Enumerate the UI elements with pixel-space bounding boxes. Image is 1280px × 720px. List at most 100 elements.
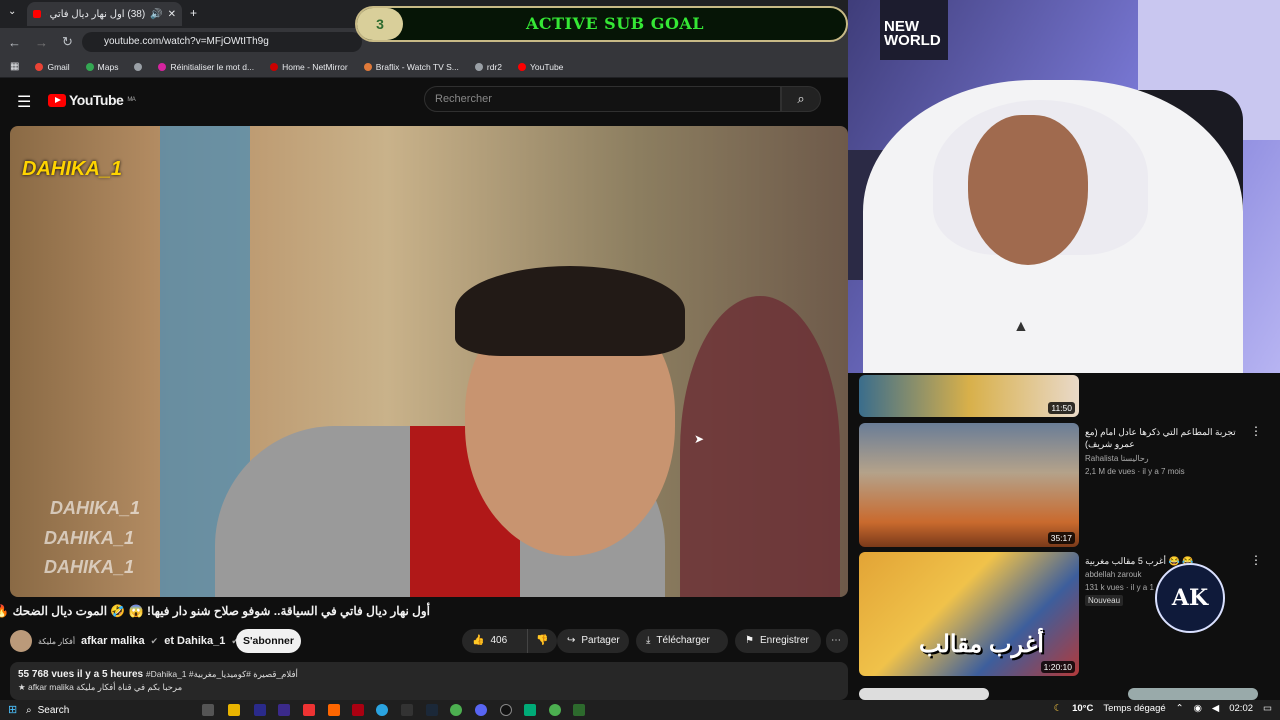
bookmark-braflix[interactable]: Braflix - Watch TV S... — [363, 62, 459, 72]
hamburger-menu-icon[interactable]: ☰ — [17, 92, 31, 112]
tab-list-icon[interactable]: ⌄ — [8, 6, 16, 17]
windows-start-icon[interactable]: ⊞ — [8, 703, 17, 716]
video-watermark-youtube: DAHIKA_1 — [50, 498, 141, 518]
back-icon[interactable]: ← — [8, 35, 21, 50]
new-badge: Nouveau — [1085, 595, 1124, 606]
channel-avatar[interactable] — [10, 630, 32, 652]
clock-time[interactable]: 02:02 — [1229, 703, 1253, 714]
channel-name[interactable]: afkar malika — [81, 635, 145, 647]
rec-channel[interactable]: Rahalista رحاليستا — [1085, 453, 1149, 464]
save-label: Enregistrer — [759, 635, 809, 646]
rec-thumbnail[interactable]: 11:50 — [859, 375, 1079, 417]
weather-text[interactable]: Temps dégagé — [1103, 703, 1165, 714]
chrome-icon[interactable] — [450, 704, 462, 716]
mouse-cursor-icon: ➤ — [694, 432, 705, 446]
reload-icon[interactable]: ↻ — [62, 34, 73, 50]
app-icon[interactable] — [352, 704, 364, 716]
discord-icon[interactable] — [475, 704, 487, 716]
video-person-background — [680, 296, 840, 597]
rec-thumbnail[interactable]: أغرب مقالب 1:20:10 — [859, 552, 1079, 676]
premiere-icon[interactable] — [254, 704, 266, 716]
hashtags[interactable]: #Dahika_1 #أفلام_قصيرة #كوميديا_مغربية — [146, 669, 298, 679]
steam-icon[interactable] — [426, 704, 438, 716]
weather-temp[interactable]: 10°C — [1072, 703, 1093, 714]
telegram-icon[interactable] — [376, 704, 388, 716]
rec-more-icon[interactable]: ⋮ — [1250, 424, 1262, 438]
description-box[interactable]: 55 768 vues il y a 5 heures #Dahika_1 #أ… — [10, 662, 848, 700]
rec-thumbnail[interactable] — [859, 688, 989, 700]
rec-thumbnail[interactable]: 35:17 — [859, 423, 1079, 547]
bookmark-netmirror[interactable]: Home - NetMirror — [270, 62, 348, 72]
youtube-logo[interactable]: YouTube MA — [48, 92, 136, 108]
forward-icon[interactable]: → — [35, 35, 48, 50]
download-button[interactable]: ⤓ Télécharger — [636, 629, 728, 653]
maps-icon — [85, 62, 94, 71]
dislike-icon[interactable]: 👎 — [527, 629, 549, 653]
volume-icon[interactable]: ◀ — [1212, 703, 1219, 714]
search-input[interactable]: Rechercher — [424, 86, 781, 112]
new-tab-icon[interactable]: + — [190, 6, 197, 20]
like-icon[interactable]: 👍 — [472, 629, 484, 653]
bookmark-gmail[interactable]: Gmail — [35, 62, 70, 72]
search-button[interactable]: ⌕ — [781, 86, 821, 112]
brave-icon[interactable] — [328, 704, 340, 716]
terminal-icon[interactable] — [573, 704, 585, 716]
channel-info[interactable]: أفكار مليكة afkar malika ✔ et Dahika_1 ✔ — [10, 630, 239, 652]
rec-duration: 1:20:10 — [1040, 661, 1075, 673]
verified-icon: ✔ — [150, 635, 159, 646]
globe-icon — [474, 62, 483, 71]
speaker-icon[interactable]: 🔊 — [150, 9, 162, 20]
upload-age: il y a 5 heures — [76, 669, 144, 680]
rec-title[interactable]: 😂 😂 أغرب 5 مقالب مغربية — [1085, 555, 1245, 567]
tray-arrow-icon[interactable]: ⌃ — [1176, 703, 1184, 714]
search-placeholder: Rechercher — [435, 93, 492, 105]
apps-icon[interactable]: ▦ — [10, 61, 19, 72]
collab-channel-name[interactable]: et Dahika_1 — [164, 635, 225, 647]
bookmark-instagram[interactable]: Réinitialiser le mot d... — [158, 62, 254, 72]
rec-title[interactable]: تجربة المطاعم التي ذكرها عادل امام (مع ع… — [1085, 426, 1245, 450]
download-label: Télécharger — [656, 635, 710, 646]
video-hair — [455, 266, 685, 356]
youtube-favicon-icon — [33, 10, 41, 18]
bookmark-icon: ⚑ — [745, 635, 754, 646]
sub-goal-label: ACTIVE SUB GOAL — [525, 14, 705, 33]
rec-channel[interactable]: abdellah zarouk — [1085, 569, 1141, 580]
wall-poster: NEW WORLD — [880, 0, 948, 60]
url-field[interactable]: youtube.com/watch?v=MFjOWtITh9g — [82, 32, 362, 52]
bookmark-rdr2[interactable]: rdr2 — [474, 62, 502, 72]
acrobat-icon[interactable] — [303, 704, 315, 716]
channel-name-arabic: أفكار مليكة — [38, 636, 76, 646]
file-explorer-icon[interactable] — [228, 704, 240, 716]
chrome-icon[interactable] — [549, 704, 561, 716]
more-icon: ⋯ — [831, 635, 841, 646]
sub-goal-count: 3 — [357, 8, 403, 40]
share-button[interactable]: ↪ Partager — [557, 629, 629, 653]
browser-tab[interactable]: (38) أول نهار ديال فاتي في الـ 🔊 ✕ — [27, 2, 182, 26]
globe-icon — [134, 62, 143, 71]
bookmark-globe[interactable] — [134, 62, 143, 71]
like-count[interactable]: 406 — [490, 629, 507, 653]
video-player[interactable]: DAHIKA_1 DAHIKA_1 DAHIKA_1 DAHIKA_1 — [10, 126, 848, 597]
app-icon[interactable] — [524, 704, 536, 716]
rec-thumbnail[interactable] — [1128, 688, 1258, 700]
rec-more-icon[interactable]: ⋮ — [1250, 553, 1262, 567]
video-watermark-instagram: DAHIKA_1 — [44, 557, 135, 577]
more-actions-button[interactable]: ⋯ — [826, 629, 848, 653]
capcut-icon[interactable] — [401, 704, 413, 716]
task-view-icon[interactable] — [202, 704, 214, 716]
bookmark-maps[interactable]: Maps — [85, 61, 119, 72]
bookmark-label: Maps — [97, 61, 119, 72]
media-encoder-icon[interactable] — [278, 704, 290, 716]
share-icon: ↪ — [567, 635, 576, 646]
taskbar-search[interactable]: ⌕ Search — [26, 702, 186, 718]
bookmark-youtube[interactable]: YouTube — [518, 62, 563, 72]
notification-icon[interactable]: ▭ — [1263, 703, 1272, 714]
save-button[interactable]: ⚑ Enregistrer — [735, 629, 821, 653]
tab-close-icon[interactable]: ✕ — [168, 9, 176, 20]
rec-duration: 35:17 — [1047, 532, 1075, 544]
wifi-icon[interactable]: ◉ — [1194, 703, 1202, 714]
obs-icon[interactable] — [500, 704, 512, 716]
search-icon: ⌕ — [797, 91, 805, 106]
subscribe-button[interactable]: S'abonner — [236, 629, 301, 653]
adidas-logo-icon: ▲ — [1013, 318, 1029, 335]
